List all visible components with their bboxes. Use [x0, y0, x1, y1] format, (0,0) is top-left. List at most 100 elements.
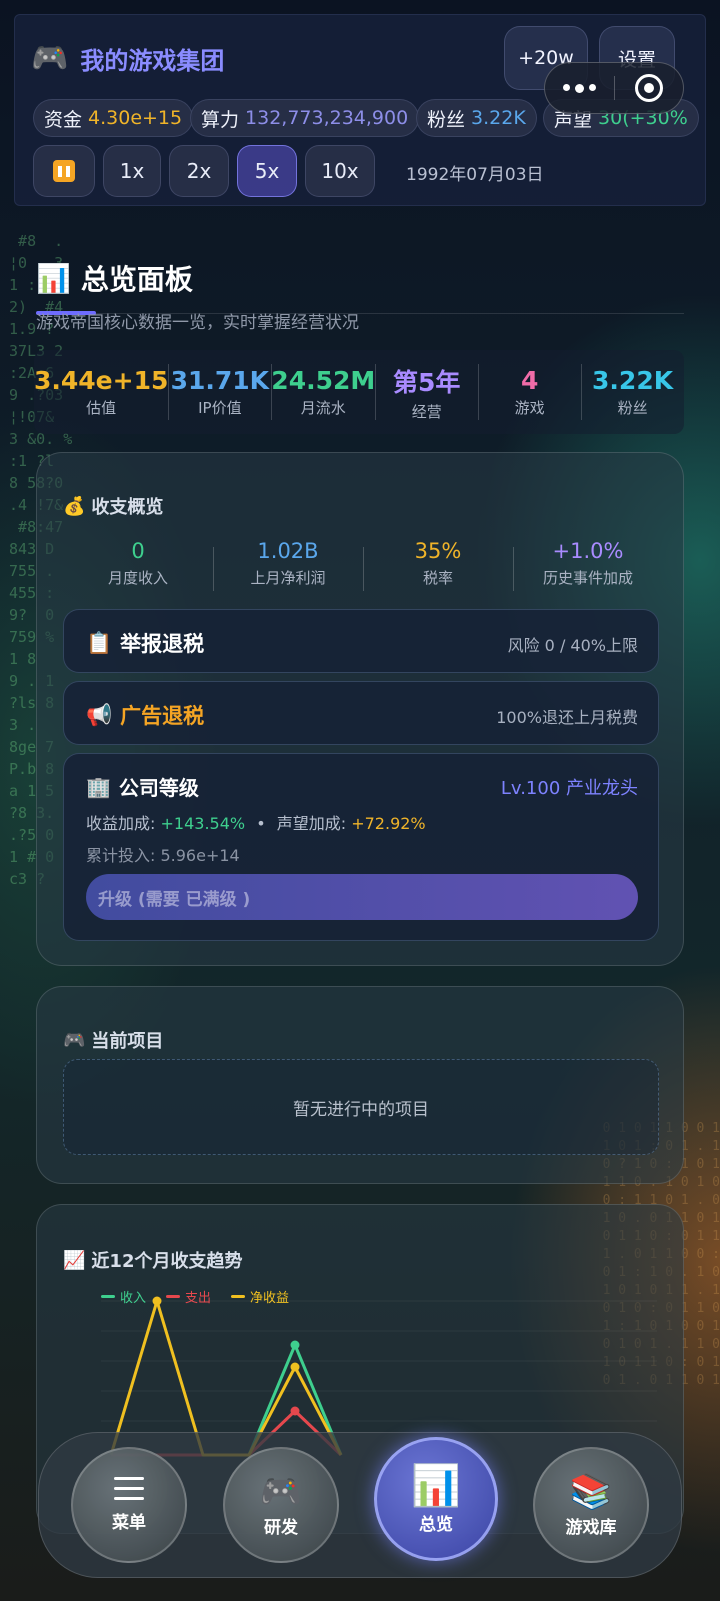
ad-label: 广告退税	[120, 704, 205, 728]
kpi-label: 估值	[86, 399, 117, 417]
bar-chart-icon: 📊	[411, 1462, 461, 1509]
data-point	[290, 1406, 300, 1416]
company-name: 我的游戏集团	[80, 47, 225, 75]
chip-funds: 资金 4.30e+15	[33, 99, 194, 137]
kpi-label: 游戏	[514, 399, 545, 417]
fin-value: 35%	[414, 539, 462, 563]
speed-2x-button[interactable]: 2x	[169, 145, 229, 197]
kpi-games: 4 游戏	[478, 350, 581, 434]
menu-icon	[114, 1477, 144, 1500]
fin-value: 0	[131, 539, 145, 563]
current-project-card: 🎮 当前项目 暂无进行中的项目	[36, 986, 684, 1184]
fin-monthly-income: 0 月度收入	[63, 539, 213, 595]
ad-tax-refund-button[interactable]: 📢 广告退税 100%退还上月税费	[63, 681, 659, 745]
income-bonus-value: +143.54%	[160, 814, 246, 833]
fin-label: 历史事件加成	[542, 569, 633, 587]
speed-1x-button[interactable]: 1x	[103, 145, 161, 197]
kpi-value: 第5年	[393, 367, 461, 397]
fin-event-bonus: +1.0% 历史事件加成	[513, 539, 663, 595]
nav-overview-button[interactable]: 📊 总览	[374, 1437, 498, 1561]
chip-label: 资金	[44, 108, 83, 131]
income-bonus-label: 收益加成:	[86, 814, 156, 833]
game-date: 1992年07月03日	[406, 165, 544, 185]
more-icon[interactable]	[545, 83, 614, 93]
fin-label: 月度收入	[107, 569, 168, 587]
ad-title: 📢 广告退税	[86, 700, 204, 730]
finance-stats: 0 月度收入 1.02B 上月净利润 35% 税率 +1.0% 历史事件加成	[63, 539, 663, 595]
chip-label: 算力	[201, 108, 240, 131]
fin-value: +1.0%	[552, 539, 624, 563]
total-investment: 累计投入: 5.96e+14	[86, 846, 240, 865]
kpi-label: 经营	[411, 402, 442, 421]
nav-develop-button[interactable]: 🎮 研发	[223, 1447, 339, 1563]
data-point	[152, 1296, 162, 1306]
kpi-years: 第5年 经营	[375, 350, 478, 434]
kpi-value: 3.44e+15	[34, 366, 169, 395]
level-title: 🏢 公司等级	[86, 772, 199, 801]
kpi-ip-value: 31.71K IP价值	[168, 350, 271, 434]
fin-label: 上月净利润	[250, 569, 326, 587]
bottom-nav: 菜单 🎮 研发 📊 总览 📚 游戏库	[38, 1432, 682, 1578]
overview-subtitle: 游戏帝国核心数据一览，实时掌握经营状况	[36, 313, 359, 333]
fame-bonus-label: 声望加成:	[276, 814, 347, 833]
separator-dot: •	[256, 814, 266, 833]
money-bag-icon: 💰	[63, 495, 86, 517]
fin-label: 税率	[422, 569, 453, 587]
report-title: 📋 举报退税	[86, 628, 204, 658]
kpi-monthly-revenue: 24.52M 月流水	[271, 350, 375, 434]
level-badge: Lv.100 产业龙头	[500, 778, 638, 799]
gamepad-logo-icon: 🎮	[31, 40, 69, 76]
chip-value: 132,773,234,900	[245, 107, 409, 129]
gamepad-icon: 🎮	[259, 1471, 303, 1512]
clipboard-icon: 📋	[86, 630, 113, 655]
chip-compute: 算力 132,773,234,900	[190, 99, 420, 137]
project-heading: 当前项目	[91, 1031, 164, 1052]
report-tax-refund-button[interactable]: 📋 举报退税 风险 0 / 40%上限	[63, 609, 659, 673]
pause-button[interactable]	[33, 145, 95, 197]
brand: 🎮 我的游戏集团	[31, 41, 224, 76]
fin-tax-rate: 35% 税率	[363, 539, 513, 595]
kpi-value: 31.71K	[170, 366, 270, 395]
nav-label: 总览	[419, 1514, 453, 1535]
kpi-label: IP价值	[198, 399, 242, 417]
nav-menu-button[interactable]: 菜单	[71, 1447, 187, 1563]
bar-chart-icon: 📊	[36, 261, 71, 295]
fin-net-profit: 1.02B 上月净利润	[213, 539, 363, 595]
speed-10x-button[interactable]: 10x	[305, 145, 375, 197]
miniprogram-capsule	[544, 62, 684, 114]
level-label: 公司等级	[118, 776, 199, 800]
kpi-value: 3.22K	[592, 366, 674, 395]
kpi-valuation: 3.44e+15 估值	[34, 350, 168, 434]
megaphone-icon: 📢	[86, 702, 113, 727]
project-title: 🎮 当前项目	[63, 1027, 163, 1053]
nav-label: 游戏库	[565, 1517, 617, 1538]
ad-info: 100%退还上月税费	[496, 708, 638, 727]
kpi-value: 4	[520, 366, 539, 395]
data-point	[290, 1340, 300, 1350]
nav-label: 研发	[264, 1517, 298, 1538]
overview-heading: 总览面板	[80, 263, 193, 296]
speed-5x-button[interactable]: 5x	[237, 145, 297, 197]
finance-heading: 收支概览	[91, 497, 164, 518]
fin-value: 1.02B	[257, 539, 319, 563]
overview-title: 📊 总览面板	[36, 258, 193, 298]
pause-icon	[53, 160, 75, 182]
company-level-panel: 🏢 公司等级 Lv.100 产业龙头 收益加成: +143.54% • 声望加成…	[63, 753, 659, 941]
kpi-bar: 3.44e+15 估值 31.71K IP价值 24.52M 月流水 第5年 经…	[34, 350, 684, 434]
report-risk: 风险 0 / 40%上限	[507, 636, 638, 655]
chip-value: 3.22K	[471, 107, 526, 129]
chip-value: 4.30e+15	[88, 107, 183, 129]
upgrade-button[interactable]: 升级 (需要 已满级 )	[86, 874, 638, 920]
gamepad-icon: 🎮	[63, 1029, 86, 1051]
kpi-value: 24.52M	[271, 366, 376, 395]
report-label: 举报退税	[120, 632, 205, 656]
kpi-label: 月流水	[300, 399, 346, 417]
nav-game-library-button[interactable]: 📚 游戏库	[533, 1447, 649, 1563]
nav-label: 菜单	[112, 1513, 146, 1533]
books-icon: 📚	[569, 1471, 613, 1512]
finance-title: 💰 收支概览	[63, 493, 163, 519]
fame-bonus-value: +72.92%	[351, 814, 426, 833]
close-target-icon[interactable]	[615, 74, 684, 102]
chip-fans: 粉丝 3.22K	[416, 99, 537, 137]
data-point	[290, 1362, 300, 1372]
